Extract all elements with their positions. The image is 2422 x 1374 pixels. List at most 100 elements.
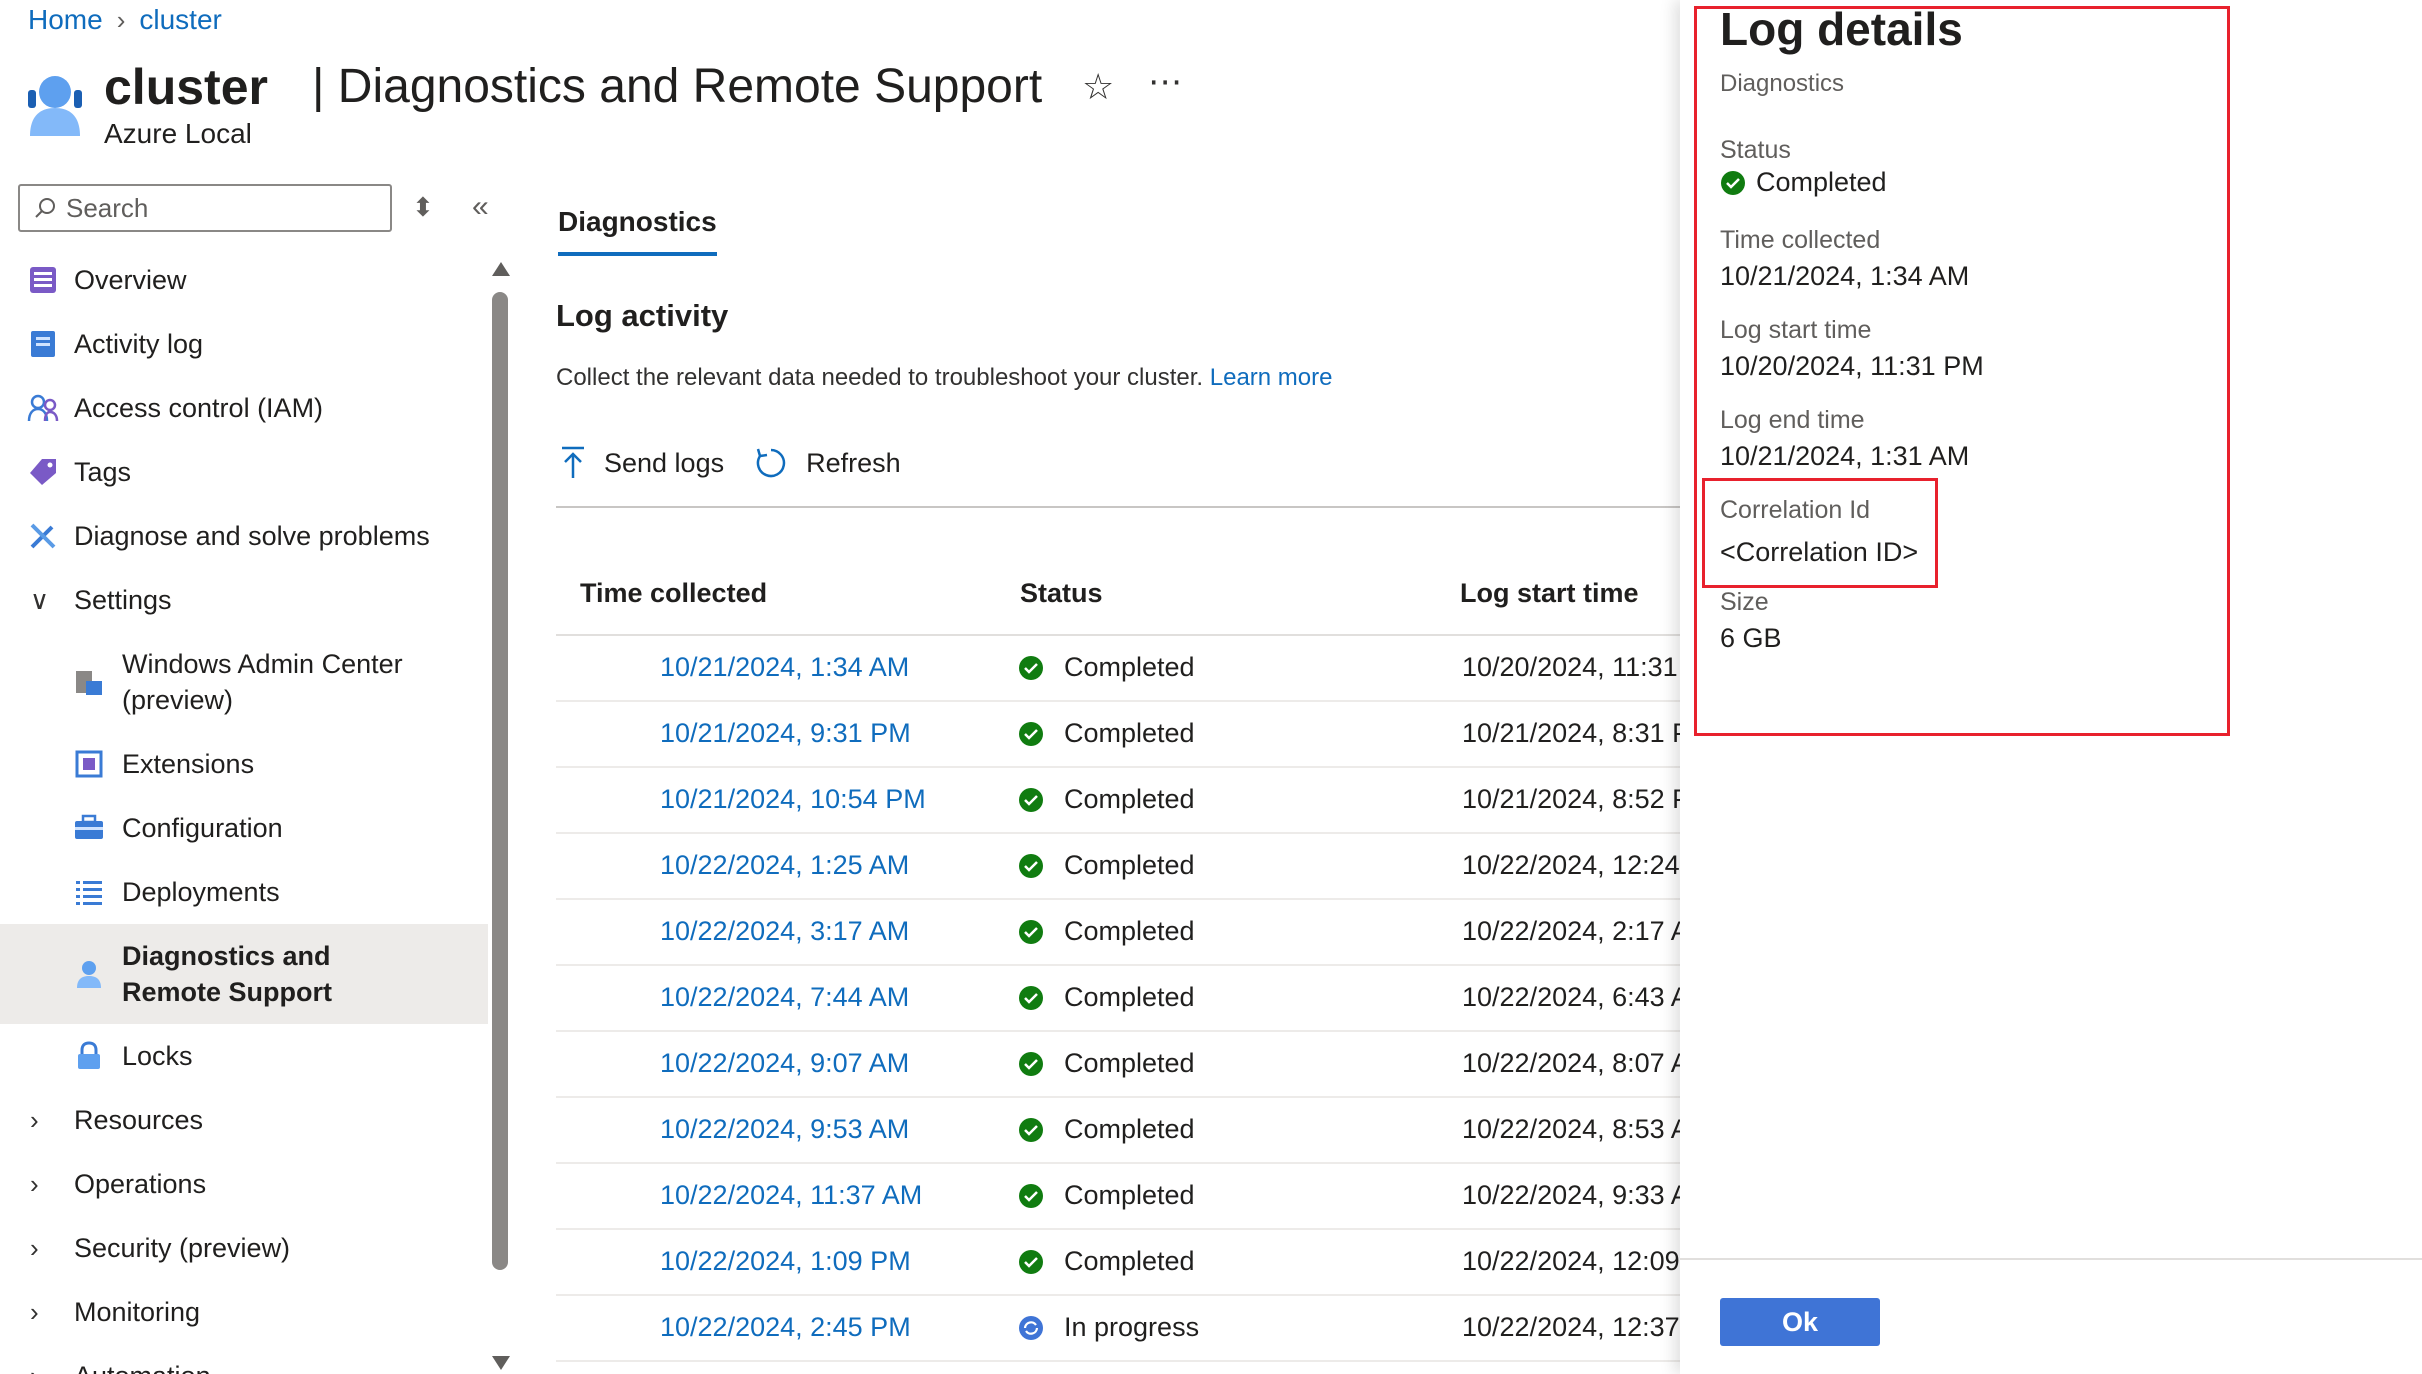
sidebar-group-security[interactable]: › Security (preview) [0, 1216, 488, 1280]
status-text: In progress [1064, 1312, 1200, 1342]
refresh-button[interactable]: Refresh [754, 446, 901, 480]
time-collected-link[interactable]: 10/21/2024, 9:31 PM [660, 718, 911, 749]
table-row[interactable]: 10/22/2024, 1:25 AM Completed 10/22/2024, … [556, 834, 1680, 900]
success-check-icon [1019, 1117, 1043, 1142]
sidebar-item-overview[interactable]: Overview [0, 248, 488, 312]
table-row[interactable]: 10/21/2024, 10:54 PM Completed 10/21/2024,… [556, 768, 1680, 834]
lock-icon [72, 1039, 106, 1073]
sidebar-item-deployments[interactable]: Deployments [0, 860, 488, 924]
log-activity-table: Time collected Status Log start time 10/… [556, 560, 1680, 1362]
toolbar: Send logs Refresh [560, 446, 931, 480]
column-header-status[interactable]: Status [1020, 578, 1103, 609]
success-check-icon [1019, 1249, 1043, 1274]
status-text: Completed [1064, 982, 1195, 1012]
sidebar-item-activity-log[interactable]: Activity log [0, 312, 488, 376]
time-collected-link[interactable]: 10/22/2024, 1:25 AM [660, 850, 909, 881]
breadcrumb-current-link[interactable]: cluster [139, 4, 221, 36]
success-check-icon [1019, 919, 1043, 944]
panel-title: Log details [1720, 3, 1963, 55]
admin-center-icon [72, 665, 106, 699]
log-start-time-cell: 10/20/2024, 11:31 P [1462, 652, 1680, 682]
time-collected-link[interactable]: 10/21/2024, 1:34 AM [660, 652, 909, 683]
scroll-up-arrow-icon[interactable] [492, 262, 510, 276]
success-check-icon [1019, 1051, 1043, 1076]
learn-more-link[interactable]: Learn more [1210, 364, 1333, 391]
table-row[interactable]: 10/22/2024, 2:45 PM In progress 10/22/2024… [556, 1296, 1680, 1362]
sidebar-group-automation[interactable]: › Automation [0, 1344, 488, 1374]
more-options-icon[interactable]: ⋯ [1148, 62, 1184, 102]
log-start-time-cell: 10/21/2024, 8:52 PI [1462, 784, 1680, 814]
panel-footer-divider [1680, 1258, 2422, 1260]
field-status: Status Completed [1720, 136, 1887, 197]
log-start-time-cell: 10/22/2024, 8:53 Al [1462, 1114, 1680, 1144]
sidebar-item-extensions[interactable]: Extensions [0, 732, 488, 796]
overview-icon [26, 263, 60, 297]
status-text: Completed [1064, 916, 1195, 946]
sidebar-group-settings[interactable]: ∨ Settings [0, 568, 488, 632]
chevron-right-icon: › [30, 1104, 39, 1135]
scroll-down-arrow-icon[interactable] [492, 1356, 510, 1370]
log-details-panel: Log details Diagnostics Status Completed… [1680, 0, 2422, 1374]
table-row[interactable]: 10/21/2024, 1:34 AM Completed 10/20/2024, … [556, 636, 1680, 702]
search-input[interactable] [66, 192, 366, 224]
table-row[interactable]: 10/22/2024, 9:07 AM Completed 10/22/2024, … [556, 1032, 1680, 1098]
status-text: Completed [1064, 1180, 1195, 1210]
success-check-icon [1019, 853, 1043, 878]
status-cell: Completed [1018, 850, 1195, 881]
chevron-right-icon: › [30, 1232, 39, 1263]
field-size: Size 6 GB [1720, 588, 1782, 653]
table-row[interactable]: 10/22/2024, 11:37 AM Completed 10/22/2024,… [556, 1164, 1680, 1230]
table-row[interactable]: 10/22/2024, 3:17 AM Completed 10/22/2024, … [556, 900, 1680, 966]
table-row[interactable]: 10/22/2024, 9:53 AM Completed 10/22/2024, … [556, 1098, 1680, 1164]
resource-type: Azure Local [104, 118, 252, 149]
time-collected-link[interactable]: 10/22/2024, 3:17 AM [660, 916, 909, 947]
breadcrumb-home-link[interactable]: Home [28, 4, 103, 36]
tag-icon [26, 455, 60, 489]
sidebar-item-diagnose[interactable]: Diagnose and solve problems [0, 504, 488, 568]
status-text: Completed [1064, 1048, 1195, 1078]
sidebar-group-resources[interactable]: › Resources [0, 1088, 488, 1152]
log-start-time-cell: 10/22/2024, 2:17 Al [1462, 916, 1680, 946]
table-row[interactable]: 10/21/2024, 9:31 PM Completed 10/21/2024, … [556, 702, 1680, 768]
sidebar-item-windows-admin-center[interactable]: Windows Admin Center (preview) [0, 632, 488, 732]
sort-icon[interactable]: ⬍ [412, 192, 434, 223]
field-correlation-id: Correlation Id <Correlation ID> [1720, 496, 1919, 567]
column-header-log-start-time[interactable]: Log start time [1460, 578, 1639, 609]
sidebar-group-operations[interactable]: › Operations [0, 1152, 488, 1216]
sidebar-item-locks[interactable]: Locks [0, 1024, 488, 1088]
tab-diagnostics[interactable]: Diagnostics [558, 206, 717, 256]
sidebar-group-monitoring[interactable]: › Monitoring [0, 1280, 488, 1344]
search-box[interactable] [18, 184, 392, 232]
sidebar-scrollbar[interactable] [490, 262, 510, 1374]
time-collected-link[interactable]: 10/22/2024, 7:44 AM [660, 982, 909, 1013]
support-icon [72, 957, 106, 991]
sidebar-item-diagnostics-remote-support[interactable]: Diagnostics and Remote Support [0, 924, 488, 1024]
extensions-icon [72, 747, 106, 781]
sidebar-item-tags[interactable]: Tags [0, 440, 488, 504]
toolbar-divider [556, 506, 1680, 508]
field-log-end-time: Log end time 10/21/2024, 1:31 AM [1720, 406, 1970, 471]
status-cell: Completed [1018, 1048, 1195, 1079]
time-collected-link[interactable]: 10/22/2024, 9:53 AM [660, 1114, 909, 1145]
log-start-time-cell: 10/22/2024, 12:24 / [1462, 850, 1680, 880]
time-collected-link[interactable]: 10/22/2024, 11:37 AM [660, 1180, 922, 1211]
sidebar-item-access-control[interactable]: Access control (IAM) [0, 376, 488, 440]
status-cell: Completed [1018, 916, 1195, 947]
time-collected-link[interactable]: 10/22/2024, 2:45 PM [660, 1312, 911, 1343]
sidebar-nav: Overview Activity log Access control (IA… [0, 248, 488, 1374]
breadcrumb: Home › cluster [28, 4, 222, 36]
sidebar-item-configuration[interactable]: Configuration [0, 796, 488, 860]
time-collected-link[interactable]: 10/22/2024, 9:07 AM [660, 1048, 909, 1079]
table-row[interactable]: 10/22/2024, 1:09 PM Completed 10/22/2024, … [556, 1230, 1680, 1296]
collapse-sidebar-icon[interactable]: « [472, 190, 489, 224]
column-header-time-collected[interactable]: Time collected [580, 578, 767, 609]
ok-button[interactable]: Ok [1720, 1298, 1880, 1346]
send-logs-button[interactable]: Send logs [560, 446, 724, 480]
time-collected-link[interactable]: 10/21/2024, 10:54 PM [660, 784, 926, 815]
star-icon[interactable]: ☆ [1082, 66, 1114, 108]
scroll-thumb[interactable] [492, 292, 508, 1270]
status-cell: Completed [1018, 784, 1195, 815]
log-start-time-cell: 10/21/2024, 8:31 PI [1462, 718, 1680, 748]
time-collected-link[interactable]: 10/22/2024, 1:09 PM [660, 1246, 911, 1277]
table-row[interactable]: 10/22/2024, 7:44 AM Completed 10/22/2024, … [556, 966, 1680, 1032]
